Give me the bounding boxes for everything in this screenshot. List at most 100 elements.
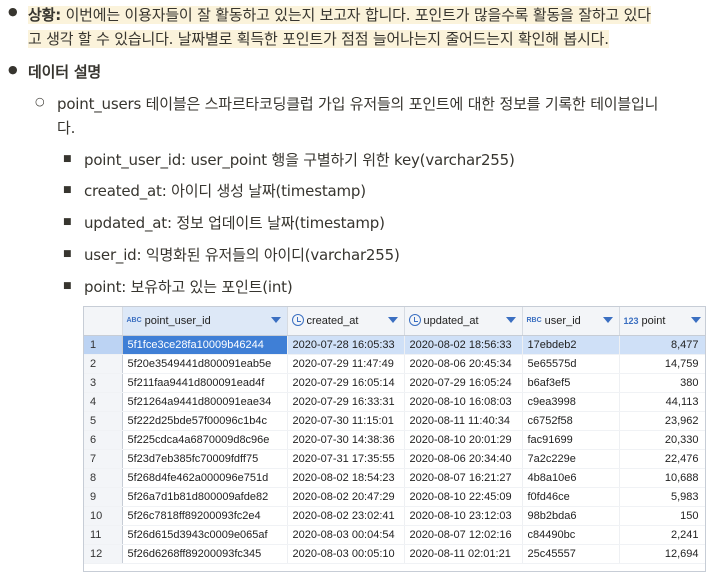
column-header-point[interactable]: 123 point (619, 307, 705, 336)
cell-point-user-id[interactable]: 5f26d615d3943c0009e065af (122, 525, 288, 545)
cell-row-number[interactable]: 7 (84, 449, 123, 469)
cell-updated-at[interactable]: 2020-08-11 02:01:21 (404, 544, 523, 564)
cell-row-number[interactable]: 12 (84, 544, 123, 564)
column-header-user-id[interactable]: RBC user_id (522, 307, 620, 336)
cell-updated-at[interactable]: 2020-08-06 20:34:40 (404, 449, 523, 469)
cell-updated-at[interactable]: 2020-08-11 11:40:34 (404, 411, 523, 431)
chevron-down-icon[interactable] (270, 317, 281, 323)
cell-point[interactable]: 2,241 (619, 525, 705, 545)
table-row[interactable]: 6 5f225cdca4a6870009d8c96e 2020-07-30 14:3… (84, 430, 705, 450)
cell-created-at[interactable]: 2020-07-29 16:33:31 (287, 392, 405, 412)
cell-row-number[interactable]: 6 (84, 430, 123, 450)
cell-updated-at[interactable]: 2020-08-10 16:08:03 (404, 392, 523, 412)
cell-point[interactable]: 22,476 (619, 449, 705, 469)
cell-point-user-id[interactable]: 5f222d25bde57f00096c1b4c (122, 411, 288, 431)
cell-row-number[interactable]: 11 (84, 525, 123, 545)
result-grid[interactable]: ABC point_user_id created_at updated_at R… (83, 306, 706, 572)
cell-user-id[interactable]: 4b8a10e6 (522, 468, 620, 488)
column-header-created-at[interactable]: created_at (287, 307, 405, 336)
cell-created-at[interactable]: 2020-07-30 14:38:36 (287, 430, 405, 450)
table-row[interactable]: 7 5f23d7eb385fc70009fdff75 2020-07-31 17:3… (84, 449, 705, 469)
cell-row-number[interactable]: 4 (84, 392, 123, 412)
cell-user-id[interactable]: c9ea3998 (522, 392, 620, 412)
cell-updated-at[interactable]: 2020-08-10 20:01:29 (404, 430, 523, 450)
cell-user-id[interactable]: b6af3ef5 (522, 373, 620, 393)
table-row[interactable]: 11 5f26d615d3943c0009e065af 2020-08-03 00:… (84, 525, 705, 545)
table-row[interactable]: 1 5f1fce3ce28fa10009b46244 2020-07-28 16:0… (84, 335, 705, 355)
cell-user-id[interactable]: 7a2c229e (522, 449, 620, 469)
cell-point-user-id[interactable]: 5f26a7d1b81d800009afde82 (122, 487, 288, 507)
cell-point[interactable]: 5,983 (619, 487, 705, 507)
chevron-down-icon[interactable] (387, 317, 398, 323)
cell-updated-at[interactable]: 2020-08-02 18:56:33 (404, 335, 523, 355)
table-row[interactable]: 10 5f26c7818ff89200093fc2e4 2020-08-02 23:… (84, 506, 705, 526)
cell-point-user-id[interactable]: 5f268d4fe462a000096e751d (122, 468, 288, 488)
column-header-point-user-id[interactable]: ABC point_user_id (122, 307, 288, 336)
text-type-icon: RBC (526, 316, 542, 324)
cell-created-at[interactable]: 2020-08-02 20:47:29 (287, 487, 405, 507)
cell-created-at[interactable]: 2020-07-29 16:05:14 (287, 373, 405, 393)
cell-updated-at[interactable]: 2020-08-10 22:45:09 (404, 487, 523, 507)
table-row[interactable]: 2 5f20e3549441d800091eab5e 2020-07-29 11:4… (84, 354, 705, 374)
cell-row-number[interactable]: 10 (84, 506, 123, 526)
cell-row-number[interactable]: 3 (84, 373, 123, 393)
cell-user-id[interactable]: c6752f58 (522, 411, 620, 431)
cell-point-user-id[interactable]: 5f26d6268ff89200093fc345 (122, 544, 288, 564)
cell-point-user-id[interactable]: 5f21264a9441d800091eae34 (122, 392, 288, 412)
chevron-down-icon[interactable] (505, 317, 516, 323)
cell-row-number[interactable]: 8 (84, 468, 123, 488)
cell-point[interactable]: 20,330 (619, 430, 705, 450)
cell-user-id[interactable]: 5e65575d (522, 354, 620, 374)
table-row[interactable]: 12 5f26d6268ff89200093fc345 2020-08-03 00:… (84, 544, 705, 564)
cell-point[interactable]: 14,759 (619, 354, 705, 374)
cell-row-number[interactable]: 5 (84, 411, 123, 431)
cell-point[interactable]: 8,477 (619, 335, 705, 355)
cell-updated-at[interactable]: 2020-08-07 12:02:16 (404, 525, 523, 545)
cell-point-user-id[interactable]: 5f26c7818ff89200093fc2e4 (122, 506, 288, 526)
bullet-hollow-icon: ○ (35, 95, 45, 108)
cell-point[interactable]: 150 (619, 506, 705, 526)
table-row[interactable]: 3 5f211faa9441d800091ead4f 2020-07-29 16:0… (84, 373, 705, 393)
chevron-down-icon[interactable] (690, 317, 701, 323)
cell-point-user-id[interactable]: 5f1fce3ce28fa10009b46244 (122, 335, 288, 355)
cell-user-id[interactable]: f0fd46ce (522, 487, 620, 507)
cell-updated-at[interactable]: 2020-07-29 16:05:24 (404, 373, 523, 393)
cell-created-at[interactable]: 2020-07-28 16:05:33 (287, 335, 405, 355)
cell-updated-at[interactable]: 2020-08-07 16:21:27 (404, 468, 523, 488)
cell-row-number[interactable]: 1 (84, 335, 123, 355)
table-row[interactable]: 4 5f21264a9441d800091eae34 2020-07-29 16:3… (84, 392, 705, 412)
cell-point[interactable]: 23,962 (619, 411, 705, 431)
cell-created-at[interactable]: 2020-07-31 17:35:55 (287, 449, 405, 469)
situation-line-2: 고 생각 할 수 있습니다. 날짜별로 획득한 포인트가 점점 늘어나는지 줄어… (28, 28, 609, 49)
cell-created-at[interactable]: 2020-08-02 23:02:41 (287, 506, 405, 526)
cell-created-at[interactable]: 2020-08-02 18:54:23 (287, 468, 405, 488)
table-row[interactable]: 9 5f26a7d1b81d800009afde82 2020-08-02 20:4… (84, 487, 705, 507)
cell-point-user-id[interactable]: 5f20e3549441d800091eab5e (122, 354, 288, 374)
cell-point[interactable]: 380 (619, 373, 705, 393)
situation-text-1: 이번에는 이용자들이 잘 활동하고 있는지 보고자 합니다. 포인트가 많을수록… (61, 6, 651, 24)
cell-created-at[interactable]: 2020-08-03 00:05:10 (287, 544, 405, 564)
cell-user-id[interactable]: 17ebdeb2 (522, 335, 620, 355)
table-row[interactable]: 8 5f268d4fe462a000096e751d 2020-08-02 18:5… (84, 468, 705, 488)
cell-user-id[interactable]: 98b2bda6 (522, 506, 620, 526)
cell-point[interactable]: 12,694 (619, 544, 705, 564)
chevron-down-icon[interactable] (602, 317, 613, 323)
cell-updated-at[interactable]: 2020-08-10 23:12:03 (404, 506, 523, 526)
cell-row-number[interactable]: 9 (84, 487, 123, 507)
table-row[interactable]: 5 5f222d25bde57f00096c1b4c 2020-07-30 11:1… (84, 411, 705, 431)
column-header-updated-at[interactable]: updated_at (404, 307, 523, 336)
cell-created-at[interactable]: 2020-08-03 00:04:54 (287, 525, 405, 545)
cell-point[interactable]: 44,113 (619, 392, 705, 412)
cell-created-at[interactable]: 2020-07-29 11:47:49 (287, 354, 405, 374)
cell-point[interactable]: 10,688 (619, 468, 705, 488)
grid-body: 1 5f1fce3ce28fa10009b46244 2020-07-28 16:0… (84, 335, 705, 564)
cell-point-user-id[interactable]: 5f23d7eb385fc70009fdff75 (122, 449, 288, 469)
cell-point-user-id[interactable]: 5f225cdca4a6870009d8c96e (122, 430, 288, 450)
cell-user-id[interactable]: 25c45557 (522, 544, 620, 564)
cell-created-at[interactable]: 2020-07-30 11:15:01 (287, 411, 405, 431)
cell-user-id[interactable]: fac91699 (522, 430, 620, 450)
cell-updated-at[interactable]: 2020-08-06 20:45:34 (404, 354, 523, 374)
cell-point-user-id[interactable]: 5f211faa9441d800091ead4f (122, 373, 288, 393)
cell-user-id[interactable]: c84490bc (522, 525, 620, 545)
cell-row-number[interactable]: 2 (84, 354, 123, 374)
